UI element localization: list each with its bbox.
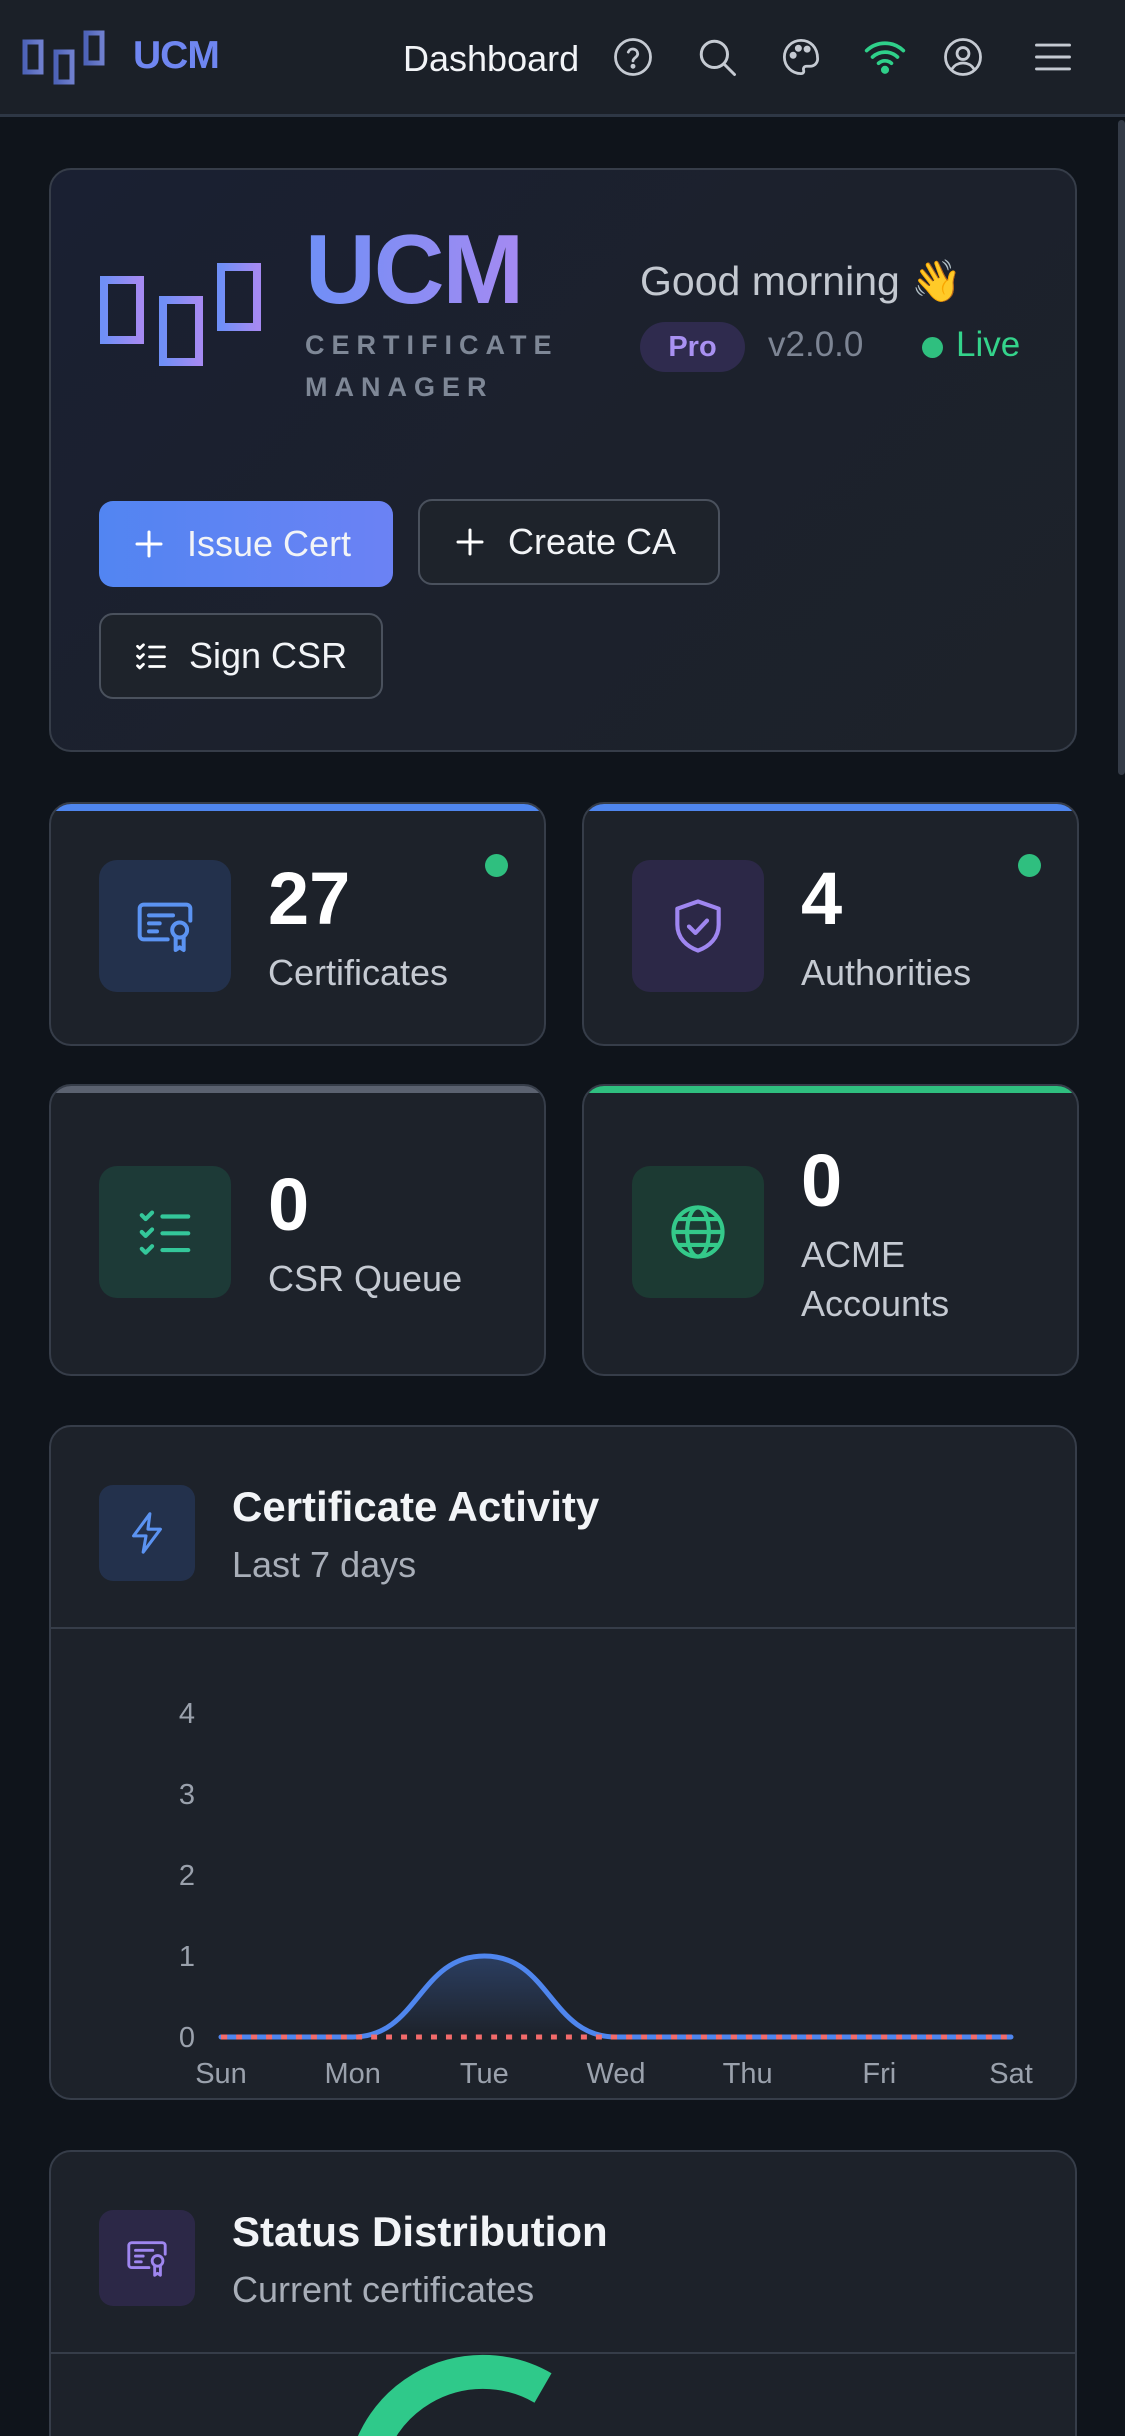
app-brand[interactable]: UCM — [133, 34, 220, 78]
hero-subtitle: CERTIFICATE MANAGER — [305, 330, 559, 402]
sign-csr-button[interactable]: Sign CSR — [99, 613, 383, 699]
stat-card-csr-queue[interactable]: 0 CSR Queue — [49, 1084, 546, 1376]
shield-check-icon — [632, 860, 764, 992]
help-icon[interactable] — [610, 34, 656, 80]
scrollbar-thumb[interactable] — [1118, 120, 1125, 775]
wifi-icon[interactable] — [862, 34, 908, 80]
card-title: Status Distribution — [232, 2208, 608, 2255]
hero-wordmark: UCM — [305, 214, 524, 324]
lightning-icon — [99, 1485, 195, 1581]
logo-icon — [99, 262, 271, 379]
card-header: Status Distribution Current certificates — [51, 2152, 1075, 2354]
x-tick-label: Wed — [586, 2058, 645, 2090]
stat-value: 0 — [268, 1163, 310, 1246]
page-title: Dashboard — [403, 38, 580, 79]
stat-value: 27 — [268, 857, 351, 940]
search-icon[interactable] — [694, 34, 740, 80]
x-tick-label: Thu — [723, 2058, 773, 2090]
create-ca-button[interactable]: Create CA — [418, 499, 720, 585]
donut-segment — [357, 2354, 552, 2436]
issue-cert-label: Issue Cert — [187, 523, 352, 564]
version-text: v2.0.0 — [768, 325, 864, 364]
activity-line-chart[interactable]: 0 1 2 3 4 Sun Mon Tue Wed Thu Fri Sat — [51, 1629, 1075, 2099]
x-tick-label: Sun — [195, 2058, 247, 2090]
card-title: Certificate Activity — [232, 1483, 600, 1530]
x-tick-label: Sat — [989, 2058, 1033, 2090]
stat-label: Authorities — [801, 952, 972, 993]
card-subtitle: Last 7 days — [232, 1544, 417, 1585]
plus-icon — [450, 522, 490, 562]
globe-icon — [632, 1166, 764, 1298]
status-donut-chart[interactable] — [51, 2354, 1075, 2436]
certificate-icon — [99, 2210, 195, 2306]
plus-icon — [129, 524, 169, 564]
logo-icon[interactable] — [22, 30, 110, 99]
stat-value: 0 — [801, 1139, 843, 1222]
accent-bar — [584, 804, 1077, 811]
stat-card-certificates[interactable]: 27 Certificates — [49, 802, 546, 1046]
greeting-text: Good morning 👋 — [640, 258, 963, 304]
sign-csr-label: Sign CSR — [189, 635, 348, 676]
stat-label: CSR Queue — [268, 1258, 463, 1299]
y-tick-label: 2 — [179, 1860, 195, 1892]
status-dot — [485, 854, 508, 877]
issue-cert-button[interactable]: Issue Cert — [99, 501, 393, 587]
y-tick-label: 1 — [179, 1941, 195, 1973]
y-tick-label: 0 — [179, 2022, 195, 2054]
x-tick-label: Mon — [324, 2058, 380, 2090]
certificate-icon — [99, 860, 231, 992]
y-tick-label: 4 — [179, 1698, 195, 1730]
stat-value: 4 — [801, 857, 843, 940]
palette-icon[interactable] — [778, 34, 824, 80]
user-icon[interactable] — [940, 34, 986, 80]
series-area — [221, 1956, 1011, 2037]
top-bar: UCM Dashboard — [0, 0, 1125, 117]
stat-label: ACME Accounts — [801, 1234, 950, 1324]
accent-bar — [51, 1086, 544, 1093]
menu-icon[interactable] — [1030, 34, 1076, 80]
stat-label: Certificates — [268, 952, 449, 993]
certificate-activity-card: Certificate Activity Last 7 days 0 1 2 3 4 Su… — [49, 1425, 1077, 2100]
hero-card: UCM CERTIFICATE MANAGER Good morning 👋 P… — [49, 168, 1077, 752]
card-header: Certificate Activity Last 7 days — [51, 1427, 1075, 1629]
accent-bar — [51, 804, 544, 811]
live-status-dot — [922, 337, 943, 358]
accent-bar — [584, 1086, 1077, 1093]
live-status-text: Live — [956, 325, 1021, 364]
list-check-icon — [99, 1166, 231, 1298]
stat-card-acme-accounts[interactable]: 0 ACME Accounts — [582, 1084, 1079, 1376]
create-ca-label: Create CA — [508, 521, 677, 562]
y-tick-label: 3 — [179, 1779, 195, 1811]
plan-badge: Pro — [640, 322, 745, 372]
x-tick-label: Fri — [862, 2058, 896, 2090]
stat-card-authorities[interactable]: 4 Authorities — [582, 802, 1079, 1046]
list-check-icon — [131, 636, 171, 676]
x-tick-label: Tue — [460, 2058, 509, 2090]
status-distribution-card: Status Distribution Current certificates — [49, 2150, 1077, 2436]
status-dot — [1018, 854, 1041, 877]
series-line-1 — [218, 1953, 1014, 2040]
card-subtitle: Current certificates — [232, 2269, 535, 2310]
